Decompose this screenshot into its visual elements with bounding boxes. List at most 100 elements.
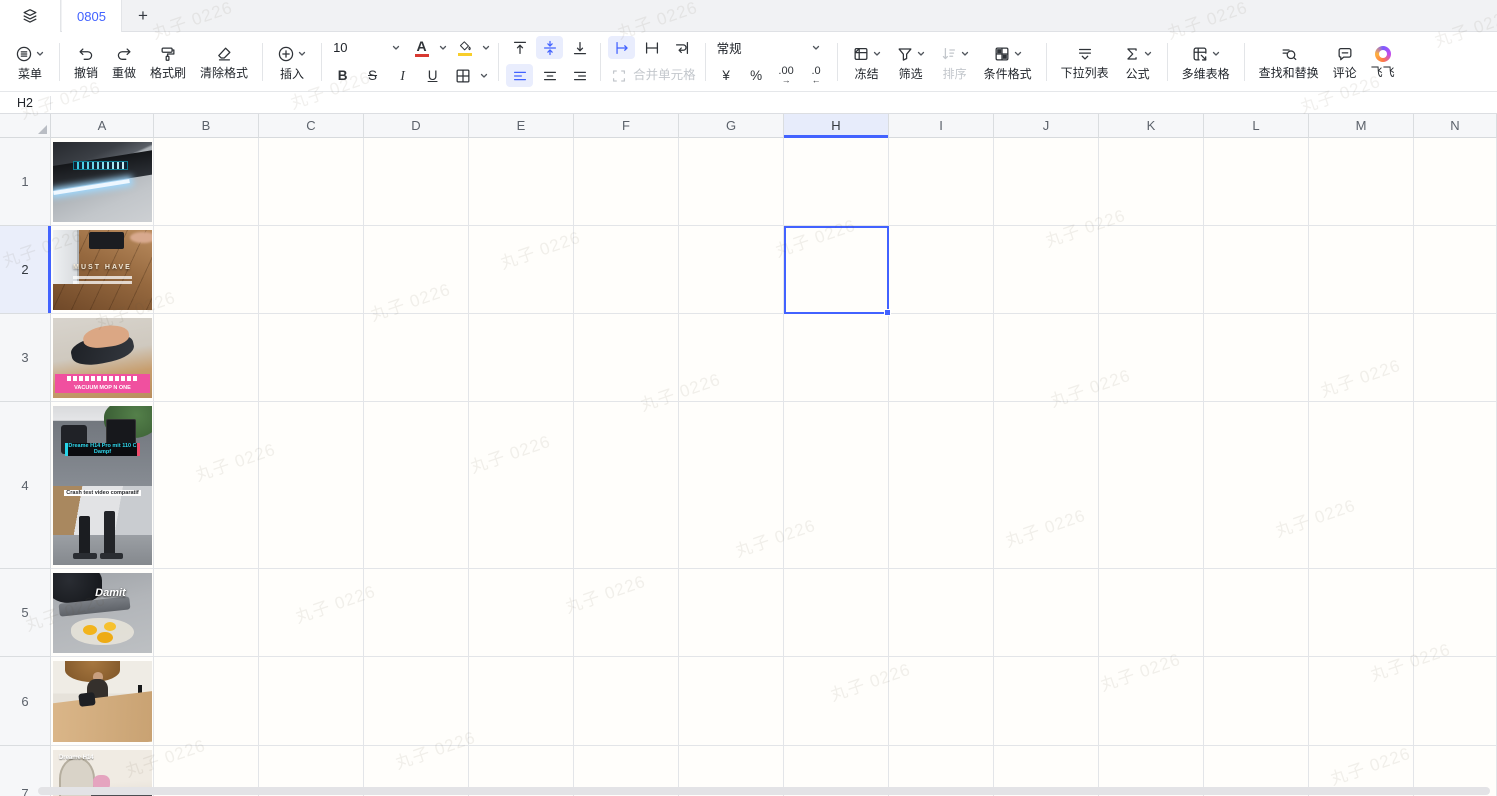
undo-label: 撤销 xyxy=(74,65,99,80)
text-wrap-button[interactable] xyxy=(668,36,695,59)
column-header-B[interactable]: B xyxy=(154,114,259,138)
chevron-down-icon xyxy=(961,51,968,56)
freeze-button[interactable]: 冻结 xyxy=(845,41,889,83)
strikethrough-button[interactable]: S xyxy=(359,64,386,87)
column-header-J[interactable]: J xyxy=(994,114,1099,138)
sheet-list-button[interactable] xyxy=(0,0,61,32)
row-header-6[interactable]: 6 xyxy=(0,657,51,746)
increase-decimal-button[interactable]: .00 → xyxy=(773,64,800,87)
row-header-3[interactable]: 3 xyxy=(0,314,51,402)
insert-button[interactable]: 插入 xyxy=(270,41,314,83)
comment-button[interactable]: 评论 xyxy=(1326,42,1364,82)
chevron-down-icon xyxy=(392,45,400,50)
sheet-tab-0805[interactable]: 0805 xyxy=(62,0,122,32)
borders-button[interactable] xyxy=(449,64,476,87)
text-overflow-button[interactable] xyxy=(608,36,636,59)
row-header-2[interactable]: 2 xyxy=(0,226,51,314)
image-caption-pill xyxy=(72,161,129,171)
redo-button[interactable]: 重做 xyxy=(105,42,143,82)
grid-line xyxy=(468,138,469,796)
grid-line xyxy=(573,138,574,796)
sheet-grid[interactable]: MUST HAVE VACUUM MOP N ONE Dreame H14 Pr… xyxy=(0,114,1497,796)
percent-button[interactable]: % xyxy=(743,64,770,87)
merge-cells-icon xyxy=(613,69,626,82)
column-header-M[interactable]: M xyxy=(1309,114,1414,138)
format-painter-button[interactable]: 格式刷 xyxy=(143,42,193,82)
row-header-1[interactable]: 1 xyxy=(0,138,51,226)
horizontal-scrollbar[interactable] xyxy=(38,787,1490,795)
chevron-down-icon xyxy=(439,45,447,50)
merge-cells-label: 合并单元格 xyxy=(633,68,696,83)
alignment-group xyxy=(506,36,593,87)
conditional-format-button[interactable]: 条件格式 xyxy=(977,41,1039,83)
valign-top-button[interactable] xyxy=(506,36,533,59)
formula-input[interactable] xyxy=(51,92,1497,113)
column-header-H[interactable]: H xyxy=(784,114,889,138)
fill-color-icon xyxy=(457,40,472,56)
align-center-icon xyxy=(543,71,556,80)
grid-line xyxy=(0,313,1497,314)
chevron-down-icon xyxy=(873,51,880,56)
cell-image-a2[interactable]: MUST HAVE xyxy=(53,230,152,310)
clear-format-button[interactable]: 清除格式 xyxy=(193,42,255,82)
grid-line xyxy=(678,138,679,796)
bold-button[interactable]: B xyxy=(329,64,356,87)
image-art: Dreame H14 Pro mit 110 C Dampf xyxy=(53,406,152,486)
cell-image-a4[interactable]: Dreame H14 Pro mit 110 C Dampf Crash tes… xyxy=(53,406,152,565)
selected-cell-H2[interactable] xyxy=(784,226,891,316)
valign-bottom-button[interactable] xyxy=(566,36,593,59)
undo-button[interactable]: 撤销 xyxy=(67,42,105,82)
column-header-L[interactable]: L xyxy=(1204,114,1309,138)
dropdown-list-button[interactable]: 下拉列表 xyxy=(1054,42,1116,82)
merge-cells-button[interactable]: 合并单元格 xyxy=(608,64,698,87)
add-sheet-button[interactable]: + xyxy=(130,4,156,28)
toolbar-separator xyxy=(59,42,60,81)
valign-middle-button[interactable] xyxy=(536,36,564,59)
decrease-decimal-button[interactable]: .0 ← xyxy=(803,64,830,87)
chevron-down-icon xyxy=(1144,51,1151,56)
find-replace-button[interactable]: 查找和替换 xyxy=(1252,42,1326,82)
menu-button[interactable]: 菜单 xyxy=(8,41,52,83)
filter-button[interactable]: 筛选 xyxy=(889,41,933,83)
menu-icon xyxy=(16,46,32,61)
select-all-corner[interactable] xyxy=(0,114,51,138)
column-header-E[interactable]: E xyxy=(469,114,574,138)
row-header-5[interactable]: 5 xyxy=(0,569,51,657)
column-header-C[interactable]: C xyxy=(259,114,364,138)
assistant-button[interactable]: 飞飞 xyxy=(1364,43,1402,81)
text-clip-button[interactable] xyxy=(638,36,665,59)
image-caption: Crash test video comparatif xyxy=(64,490,141,497)
grid-line xyxy=(993,138,994,796)
fill-color-button[interactable] xyxy=(451,36,478,59)
cell-image-a6[interactable] xyxy=(53,661,152,742)
row-header-4[interactable]: 4 xyxy=(0,402,51,569)
font-size-select[interactable]: 10 xyxy=(329,36,405,59)
column-header-N[interactable]: N xyxy=(1414,114,1497,138)
cell-image-a3[interactable]: VACUUM MOP N ONE xyxy=(53,318,152,398)
toolbar-separator xyxy=(1045,42,1047,81)
column-header-F[interactable]: F xyxy=(574,114,679,138)
italic-button[interactable]: I xyxy=(389,64,416,87)
align-center-button[interactable] xyxy=(536,64,563,87)
column-header-I[interactable]: I xyxy=(889,114,994,138)
spreadsheet-app: 0805 + 菜单 撤销 重做 格式刷 清除格式 插入 10 A B S I U… xyxy=(0,0,1497,796)
column-header-K[interactable]: K xyxy=(1099,114,1204,138)
column-header-G[interactable]: G xyxy=(679,114,784,138)
number-format-select[interactable]: 常规 xyxy=(713,36,825,59)
multidim-table-button[interactable]: 多维表格 xyxy=(1175,41,1237,83)
menu-label: 菜单 xyxy=(17,66,42,81)
formula-button[interactable]: 公式 xyxy=(1116,41,1160,83)
font-color-button[interactable]: A xyxy=(408,36,435,59)
sort-button[interactable]: 排序 xyxy=(933,41,977,83)
fill-handle[interactable] xyxy=(884,309,891,316)
cell-image-a1[interactable] xyxy=(53,142,152,222)
column-header-D[interactable]: D xyxy=(364,114,469,138)
currency-button[interactable]: ¥ xyxy=(713,64,740,87)
cell-image-a5[interactable]: Damit xyxy=(53,573,152,653)
underline-button[interactable]: U xyxy=(419,64,446,87)
name-box[interactable]: H2 xyxy=(0,96,50,110)
align-right-button[interactable] xyxy=(566,64,593,87)
align-left-button[interactable] xyxy=(506,64,534,87)
column-header-A[interactable]: A xyxy=(51,114,154,138)
chevron-down-icon xyxy=(1014,51,1021,56)
